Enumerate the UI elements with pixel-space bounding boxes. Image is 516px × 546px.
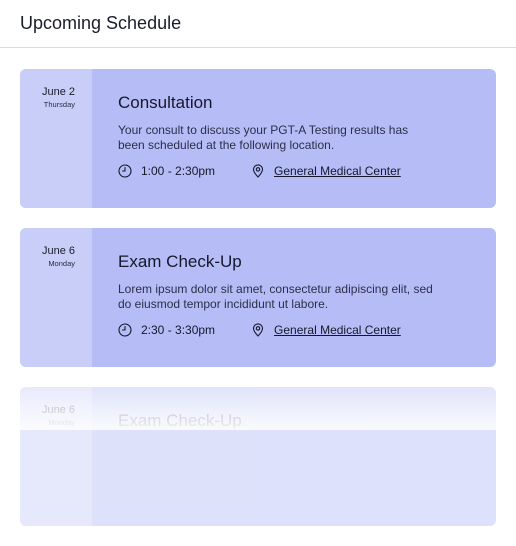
appointment-title: Exam Check-Up: [118, 411, 242, 430]
appointment-date: June 6 Monday: [20, 228, 92, 367]
appointment-time-text: 2:30 - 3:30pm: [141, 323, 216, 337]
clock-icon: [118, 323, 132, 337]
appointment-day: June 6: [41, 245, 75, 257]
appointment-location: General Medical Center: [251, 323, 401, 337]
clock-icon: [118, 164, 132, 178]
schedule-list: June 2 Thursday Consultation Your consul…: [20, 69, 496, 546]
appointment-weekday: Monday: [48, 418, 75, 427]
appointment-card[interactable]: June 6 Monday Exam Check-Up Lorem ipsum …: [20, 228, 496, 367]
appointment-description: Your consult to discuss your PGT-A Testi…: [118, 123, 409, 152]
appointment-time: 1:00 - 2:30pm: [118, 164, 215, 178]
appointment-meta: 1:00 - 2:30pm General Medical Center: [118, 164, 470, 178]
appointment-time: 2:30 - 3:30pm: [118, 323, 215, 337]
page-header: Upcoming Schedule: [0, 0, 516, 48]
appointment-description: Lorem ipsum dolor sit amet, consectetur …: [118, 282, 433, 311]
appointment-card[interactable]: June 2 Thursday Consultation Your consul…: [20, 69, 496, 208]
appointment-day: June 6: [41, 404, 75, 416]
appointment-content: Exam Check-Up: [92, 387, 496, 526]
appointment-title: Consultation: [118, 93, 213, 112]
appointment-content: Exam Check-Up Lorem ipsum dolor sit amet…: [92, 228, 496, 367]
page-title: Upcoming Schedule: [20, 13, 182, 33]
map-pin-icon: [251, 164, 265, 178]
appointment-location: General Medical Center: [251, 164, 401, 178]
appointment-time-text: 1:00 - 2:30pm: [141, 164, 216, 178]
appointment-meta: 2:30 - 3:30pm General Medical Center: [118, 323, 470, 337]
appointment-day: June 2: [41, 86, 75, 98]
appointment-date: June 6 Monday: [20, 387, 92, 526]
location-link[interactable]: General Medical Center: [274, 164, 401, 178]
appointment-card[interactable]: June 6 Monday Exam Check-Up: [20, 387, 496, 526]
map-pin-icon: [251, 323, 265, 337]
appointment-weekday: Thursday: [43, 100, 75, 109]
appointment-weekday: Monday: [48, 259, 75, 268]
appointment-date: June 2 Thursday: [20, 69, 92, 208]
location-link[interactable]: General Medical Center: [274, 323, 401, 337]
appointment-title: Exam Check-Up: [118, 252, 242, 271]
appointment-content: Consultation Your consult to discuss you…: [92, 69, 496, 208]
